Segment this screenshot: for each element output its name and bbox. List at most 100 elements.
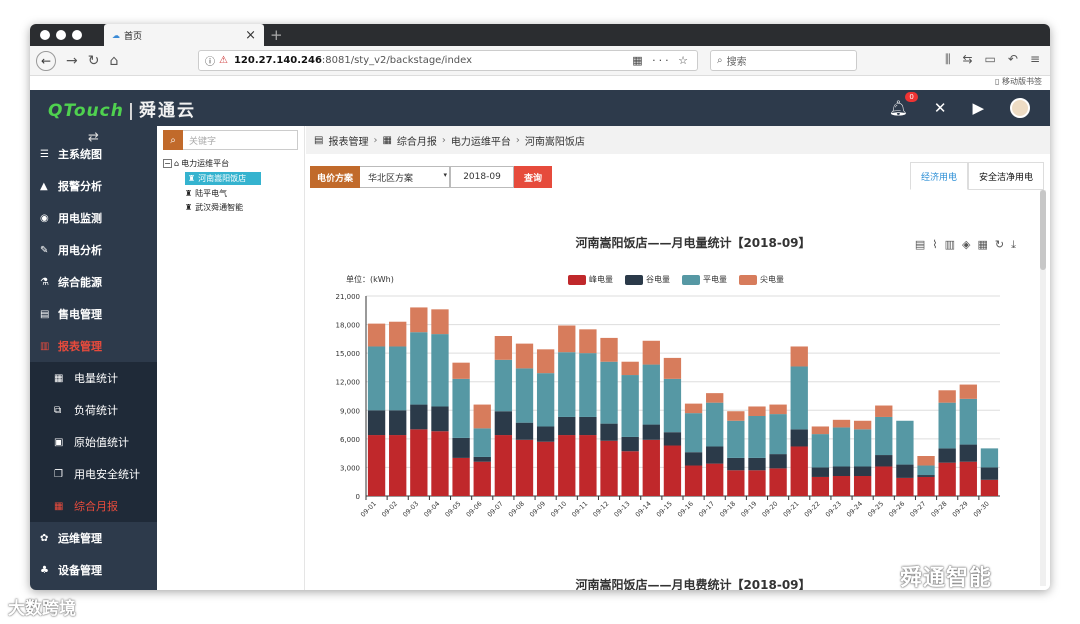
bar-segment[interactable]: [748, 457, 766, 471]
bar-segment[interactable]: [769, 404, 787, 415]
bar-segment[interactable]: [494, 435, 513, 496]
tree-search-input[interactable]: 关键字: [183, 130, 298, 150]
bar-segment[interactable]: [959, 384, 977, 399]
bar-segment[interactable]: [579, 435, 597, 496]
bar-segment[interactable]: [832, 427, 851, 467]
bar-segment[interactable]: [811, 467, 830, 477]
collapse-icon[interactable]: −: [163, 159, 172, 168]
bar-segment[interactable]: [769, 468, 787, 496]
browser-tab[interactable]: ☁ 首页 ×: [104, 24, 264, 46]
sidebar-sub-monthly-report[interactable]: ▦ 综合月报: [30, 490, 157, 522]
sidebar-item-ops[interactable]: ✿ 运维管理: [30, 522, 157, 554]
bar-segment[interactable]: [727, 470, 745, 496]
breadcrumb-item[interactable]: 综合月报: [397, 133, 437, 148]
bar-segment[interactable]: [410, 307, 428, 333]
bar-segment[interactable]: [853, 429, 872, 467]
forward-icon[interactable]: →: [66, 53, 78, 69]
menu-icon[interactable]: ≡: [1030, 52, 1040, 67]
bar-segment[interactable]: [832, 476, 851, 496]
bar-segment[interactable]: [389, 435, 407, 496]
bar-segment[interactable]: [769, 414, 787, 455]
bar-segment[interactable]: [748, 470, 766, 496]
restore-icon[interactable]: ↻: [995, 238, 1004, 252]
bar-segment[interactable]: [515, 368, 534, 423]
bar-segment[interactable]: [600, 423, 618, 441]
tree-node[interactable]: ♜ 陆平电气: [185, 188, 304, 199]
bar-segment[interactable]: [621, 451, 639, 496]
bar-segment[interactable]: [706, 393, 724, 403]
bar-segment[interactable]: [684, 413, 703, 453]
sidebar-item-reports[interactable]: ▥ 报表管理: [30, 330, 157, 362]
bar-segment[interactable]: [431, 334, 449, 407]
tab-economic[interactable]: 经济用电: [909, 162, 968, 190]
bar-segment[interactable]: [959, 461, 977, 496]
bar-segment[interactable]: [494, 336, 513, 360]
fullscreen-icon[interactable]: ✕: [934, 99, 947, 117]
bar-segment[interactable]: [536, 426, 555, 442]
bar-segment[interactable]: [621, 436, 639, 452]
query-button[interactable]: 查询: [514, 166, 553, 188]
bar-segment[interactable]: [431, 406, 449, 432]
line-chart-icon[interactable]: ⌇: [932, 238, 937, 252]
bar-segment[interactable]: [389, 321, 407, 347]
tree-node[interactable]: ♜ 武汉舜通智能: [185, 202, 304, 213]
bar-segment[interactable]: [938, 402, 956, 449]
bar-segment[interactable]: [875, 455, 893, 467]
notification-icon[interactable]: 🔔︎ 0: [889, 92, 918, 117]
bar-segment[interactable]: [790, 429, 808, 447]
bar-segment[interactable]: [684, 452, 703, 466]
bar-segment[interactable]: [558, 352, 576, 417]
date-input[interactable]: 2018-09: [450, 166, 515, 188]
bar-segment[interactable]: [917, 475, 935, 477]
bar-segment[interactable]: [410, 429, 428, 496]
bar-segment[interactable]: [663, 378, 682, 433]
bar-segment[interactable]: [663, 357, 682, 379]
sidebar-sub-raw-stats[interactable]: ▣ 原始值统计: [30, 426, 157, 458]
bar-segment[interactable]: [938, 448, 956, 463]
reload-icon[interactable]: ↻: [88, 53, 100, 69]
library-icon[interactable]: ⫼: [945, 52, 951, 67]
new-tab-icon[interactable]: +: [270, 26, 283, 44]
bar-segment[interactable]: [790, 366, 808, 430]
bar-segment[interactable]: [473, 428, 491, 457]
bar-segment[interactable]: [600, 337, 618, 362]
page-actions-icon[interactable]: ▦ ··· ☆: [632, 54, 691, 67]
bar-segment[interactable]: [684, 403, 703, 414]
undo-icon[interactable]: ↶: [1008, 52, 1018, 67]
mobile-bookmarks[interactable]: ▯ 移动版书签: [995, 76, 1042, 87]
bar-segment[interactable]: [811, 476, 830, 496]
bar-segment[interactable]: [367, 346, 386, 411]
bar-segment[interactable]: [748, 406, 766, 416]
bar-segment[interactable]: [621, 361, 639, 376]
bar-segment[interactable]: [642, 424, 660, 440]
bar-segment[interactable]: [410, 404, 428, 430]
bar-segment[interactable]: [473, 461, 491, 496]
bar-segment[interactable]: [367, 435, 386, 496]
bar-segment[interactable]: [389, 410, 407, 436]
stack-icon[interactable]: ◈: [962, 238, 970, 252]
bar-segment[interactable]: [431, 431, 449, 496]
bar-segment[interactable]: [917, 476, 935, 496]
bar-segment[interactable]: [853, 476, 872, 496]
bar-segment[interactable]: [536, 373, 555, 427]
bar-segment[interactable]: [748, 416, 766, 458]
bar-segment[interactable]: [579, 329, 597, 354]
bar-segment[interactable]: [875, 405, 893, 417]
bar-segment[interactable]: [367, 410, 386, 436]
browser-search-input[interactable]: ⌕ 搜索: [710, 50, 857, 71]
bar-segment[interactable]: [790, 446, 808, 496]
bar-segment[interactable]: [706, 402, 724, 447]
sidebar-item-alarm[interactable]: ▲ 报警分析: [30, 170, 157, 202]
bar-segment[interactable]: [769, 454, 787, 469]
bar-segment[interactable]: [642, 364, 660, 425]
bar-segment[interactable]: [558, 325, 576, 353]
bar-segment[interactable]: [959, 444, 977, 462]
download-icon[interactable]: ⤓: [1011, 238, 1016, 252]
bar-segment[interactable]: [389, 346, 407, 411]
bar-segment[interactable]: [473, 456, 491, 462]
close-dot[interactable]: [40, 30, 50, 40]
bar-segment[interactable]: [727, 457, 745, 471]
bar-segment[interactable]: [853, 466, 872, 476]
sync-icon[interactable]: ⇆: [962, 52, 972, 67]
bar-segment[interactable]: [452, 362, 470, 379]
